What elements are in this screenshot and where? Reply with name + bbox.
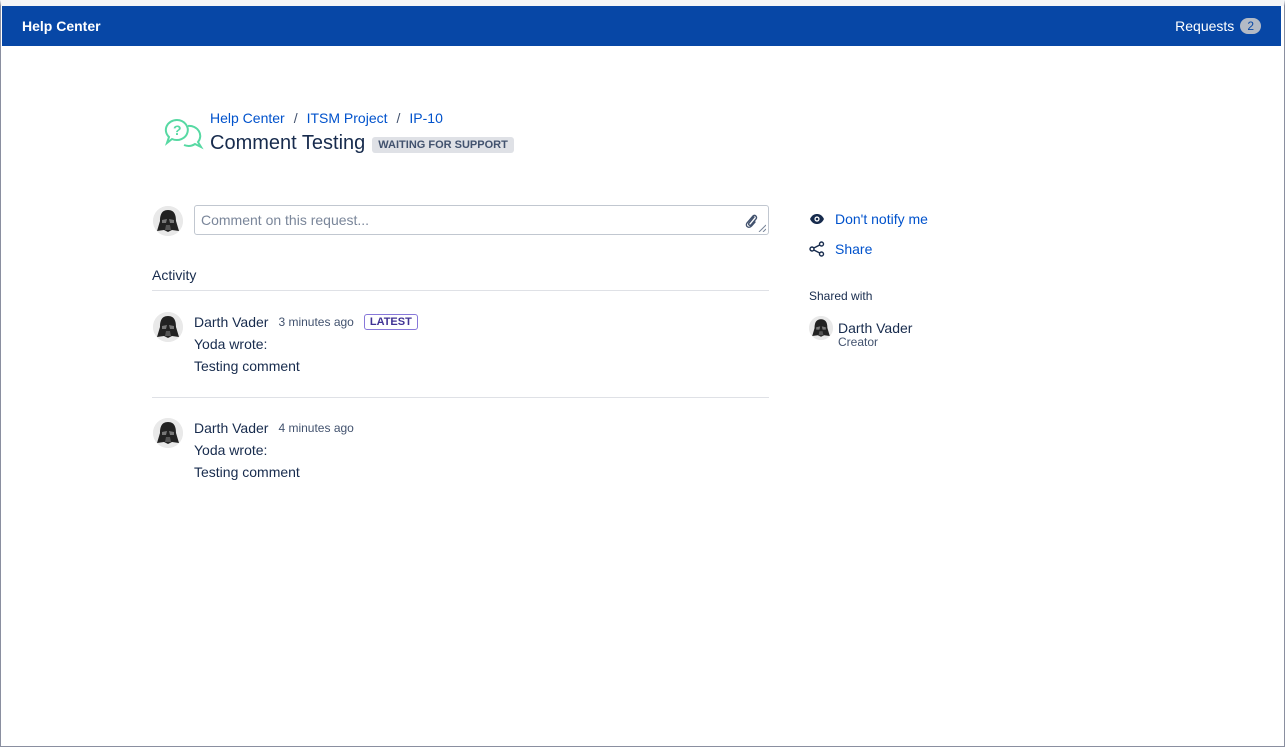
darth-vader-avatar-icon: [809, 316, 833, 340]
comment-input[interactable]: [195, 206, 735, 234]
comment-field[interactable]: [194, 205, 769, 235]
activity-author: Darth Vader: [194, 420, 269, 436]
avatar: [153, 418, 183, 448]
requests-link[interactable]: Requests 2: [1175, 18, 1261, 34]
dont-notify-me-label: Don't notify me: [835, 211, 928, 227]
breadcrumb-help-center[interactable]: Help Center: [210, 110, 285, 126]
requests-label: Requests: [1175, 18, 1235, 34]
resize-handle-icon[interactable]: [758, 224, 766, 232]
status-badge: WAITING FOR SUPPORT: [372, 137, 514, 153]
window-frame: [0, 0, 1285, 747]
eye-icon: [810, 214, 824, 224]
darth-vader-avatar-icon: [153, 418, 183, 448]
latest-badge: LATEST: [363, 314, 418, 330]
share-icon: [809, 241, 825, 257]
shared-user-name: Darth Vader: [838, 320, 913, 336]
dont-notify-me-link[interactable]: Don't notify me: [809, 211, 928, 227]
divider: [152, 397, 769, 398]
breadcrumb-separator: /: [396, 110, 401, 126]
breadcrumb: Help Center / ITSM Project / IP-10: [210, 110, 443, 126]
top-navigation-bar: Help Center Requests 2: [2, 6, 1281, 46]
paperclip-icon[interactable]: [744, 213, 758, 229]
page-title: Comment Testing: [210, 132, 366, 154]
share-link[interactable]: Share: [809, 241, 872, 257]
shared-user-role: Creator: [838, 335, 879, 349]
help-center-link[interactable]: Help Center: [22, 18, 101, 34]
activity-text: Yoda wrote:: [194, 442, 268, 458]
request-header: Comment Testing WAITING FOR SUPPORT: [210, 132, 514, 155]
activity-header: Darth Vader 4 minutes ago: [194, 420, 354, 436]
activity-text: Testing comment: [194, 358, 300, 374]
activity-text: Testing comment: [194, 464, 300, 480]
share-label: Share: [835, 241, 873, 257]
svg-text:?: ?: [173, 122, 182, 138]
activity-text: Yoda wrote:: [194, 336, 268, 352]
activity-author: Darth Vader: [194, 314, 269, 330]
avatar: [153, 206, 183, 236]
darth-vader-avatar-icon: [153, 206, 183, 236]
activity-time: 4 minutes ago: [278, 421, 354, 435]
avatar: [809, 316, 833, 340]
activity-heading: Activity: [152, 267, 197, 283]
requests-count-badge: 2: [1240, 18, 1261, 34]
activity-header: Darth Vader 3 minutes ago LATEST: [194, 314, 418, 330]
divider: [152, 290, 769, 291]
avatar: [153, 312, 183, 342]
breadcrumb-issue[interactable]: IP-10: [409, 110, 442, 126]
help-center-icon: ?: [164, 118, 204, 150]
breadcrumb-project[interactable]: ITSM Project: [307, 110, 388, 126]
darth-vader-avatar-icon: [153, 312, 183, 342]
shared-with-heading: Shared with: [809, 289, 873, 303]
breadcrumb-separator: /: [293, 110, 298, 126]
activity-time: 3 minutes ago: [278, 315, 354, 329]
